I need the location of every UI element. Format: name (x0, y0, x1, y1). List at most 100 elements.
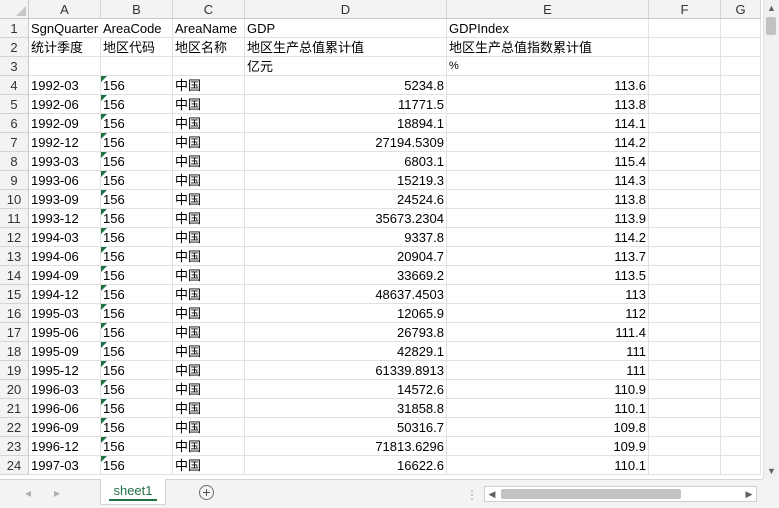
grid-cell[interactable] (721, 285, 761, 304)
grid-cell[interactable]: % (447, 57, 649, 76)
scroll-down-icon[interactable]: ▼ (764, 463, 779, 479)
grid-cell[interactable]: 地区生产总值指数累计值 (447, 38, 649, 57)
grid-cell[interactable] (649, 152, 721, 171)
grid-cell[interactable]: 26793.8 (245, 323, 447, 342)
row-header[interactable]: 17 (0, 323, 29, 342)
row-header[interactable]: 22 (0, 418, 29, 437)
grid-cell[interactable]: 1992-09 (29, 114, 101, 133)
grid-cell[interactable] (649, 266, 721, 285)
grid-cell[interactable]: 113.9 (447, 209, 649, 228)
grid-cell[interactable] (649, 95, 721, 114)
row-header[interactable]: 6 (0, 114, 29, 133)
grid-cell[interactable]: 1995-03 (29, 304, 101, 323)
grid-cell[interactable]: 1995-12 (29, 361, 101, 380)
grid-cell[interactable]: 156 (101, 399, 173, 418)
grid-cell[interactable]: 35673.2304 (245, 209, 447, 228)
grid-cell[interactable]: 1993-03 (29, 152, 101, 171)
grid-cell[interactable]: 33669.2 (245, 266, 447, 285)
grid-cell[interactable]: GDPIndex (447, 19, 649, 38)
grid-cell[interactable]: AreaName (173, 19, 245, 38)
grid-cell[interactable] (173, 57, 245, 76)
grid-cell[interactable]: 110.1 (447, 456, 649, 475)
row-header[interactable]: 19 (0, 361, 29, 380)
grid-cell[interactable] (721, 133, 761, 152)
grid-cell[interactable]: 1993-06 (29, 171, 101, 190)
grid-cell[interactable] (649, 76, 721, 95)
grid-cell[interactable]: 156 (101, 209, 173, 228)
scroll-up-icon[interactable]: ▲ (764, 0, 779, 16)
vertical-scrollbar[interactable]: ▲ ▼ (763, 0, 779, 479)
grid-cell[interactable] (721, 247, 761, 266)
column-header-b[interactable]: B (101, 0, 173, 19)
grid-cell[interactable]: 中国 (173, 323, 245, 342)
grid-cell[interactable]: 111.4 (447, 323, 649, 342)
grid-cell[interactable]: 156 (101, 152, 173, 171)
grid-cell[interactable]: 24524.6 (245, 190, 447, 209)
row-header[interactable]: 3 (0, 57, 29, 76)
grid-cell[interactable]: 中国 (173, 152, 245, 171)
grid-cell[interactable]: 1992-03 (29, 76, 101, 95)
grid-cell[interactable] (721, 209, 761, 228)
column-header-g[interactable]: G (721, 0, 761, 19)
grid-cell[interactable]: 中国 (173, 266, 245, 285)
scroll-right-icon[interactable]: ▶ (742, 487, 756, 501)
grid-cell[interactable]: 15219.3 (245, 171, 447, 190)
row-header[interactable]: 2 (0, 38, 29, 57)
grid-cell[interactable] (649, 399, 721, 418)
grid-cell[interactable] (721, 380, 761, 399)
grid-cell[interactable] (721, 95, 761, 114)
grid-cell[interactable] (649, 190, 721, 209)
grid-cell[interactable]: 1994-06 (29, 247, 101, 266)
grid-cell[interactable]: 中国 (173, 171, 245, 190)
scroll-left-icon[interactable]: ◀ (485, 487, 499, 501)
column-header-a[interactable]: A (29, 0, 101, 19)
grid-cell[interactable] (721, 152, 761, 171)
grid-cell[interactable] (29, 57, 101, 76)
grid-cell[interactable]: 109.8 (447, 418, 649, 437)
grid-cell[interactable] (721, 228, 761, 247)
grid-cell[interactable]: 9337.8 (245, 228, 447, 247)
grid-cell[interactable]: 112 (447, 304, 649, 323)
row-header[interactable]: 13 (0, 247, 29, 266)
grid-cell[interactable]: 18894.1 (245, 114, 447, 133)
grid-cell[interactable]: 中国 (173, 380, 245, 399)
row-header[interactable]: 24 (0, 456, 29, 475)
row-header[interactable]: 8 (0, 152, 29, 171)
grid-cell[interactable]: 110.1 (447, 399, 649, 418)
column-header-f[interactable]: F (649, 0, 721, 19)
grid-cell[interactable]: 27194.5309 (245, 133, 447, 152)
grid-cell[interactable] (721, 456, 761, 475)
grid-cell[interactable]: 1993-09 (29, 190, 101, 209)
grid-cell[interactable] (649, 133, 721, 152)
grid-cell[interactable] (721, 171, 761, 190)
grid-cell[interactable]: 6803.1 (245, 152, 447, 171)
grid-cell[interactable] (649, 247, 721, 266)
plus-circle-icon[interactable]: + (199, 485, 214, 500)
row-header[interactable]: 12 (0, 228, 29, 247)
grid-cell[interactable]: 中国 (173, 304, 245, 323)
vertical-scroll-thumb[interactable] (766, 17, 776, 35)
grid-cell[interactable]: 11771.5 (245, 95, 447, 114)
grid-cell[interactable] (721, 418, 761, 437)
grid-cell[interactable]: SgnQuarter (29, 19, 101, 38)
grid-cell[interactable]: 48637.4503 (245, 285, 447, 304)
grid-cell[interactable] (721, 399, 761, 418)
grid-cell[interactable]: 中国 (173, 190, 245, 209)
grid-cell[interactable]: 1994-09 (29, 266, 101, 285)
grid-cell[interactable]: 42829.1 (245, 342, 447, 361)
row-header[interactable]: 11 (0, 209, 29, 228)
grid-cell[interactable]: 地区生产总值累计值 (245, 38, 447, 57)
row-header[interactable]: 23 (0, 437, 29, 456)
grid-cell[interactable]: 156 (101, 76, 173, 95)
grid-cell[interactable]: 50316.7 (245, 418, 447, 437)
grid-cell[interactable] (649, 38, 721, 57)
grid-cell[interactable]: 113.8 (447, 95, 649, 114)
grid-cell[interactable] (721, 342, 761, 361)
grid-cell[interactable]: 中国 (173, 228, 245, 247)
grid-cell[interactable]: 114.2 (447, 228, 649, 247)
grid-cell[interactable]: 1995-06 (29, 323, 101, 342)
grid-cell[interactable]: 114.1 (447, 114, 649, 133)
grid-cell[interactable]: 113.5 (447, 266, 649, 285)
grid-cell[interactable]: 156 (101, 418, 173, 437)
grid-cell[interactable]: 113.6 (447, 76, 649, 95)
